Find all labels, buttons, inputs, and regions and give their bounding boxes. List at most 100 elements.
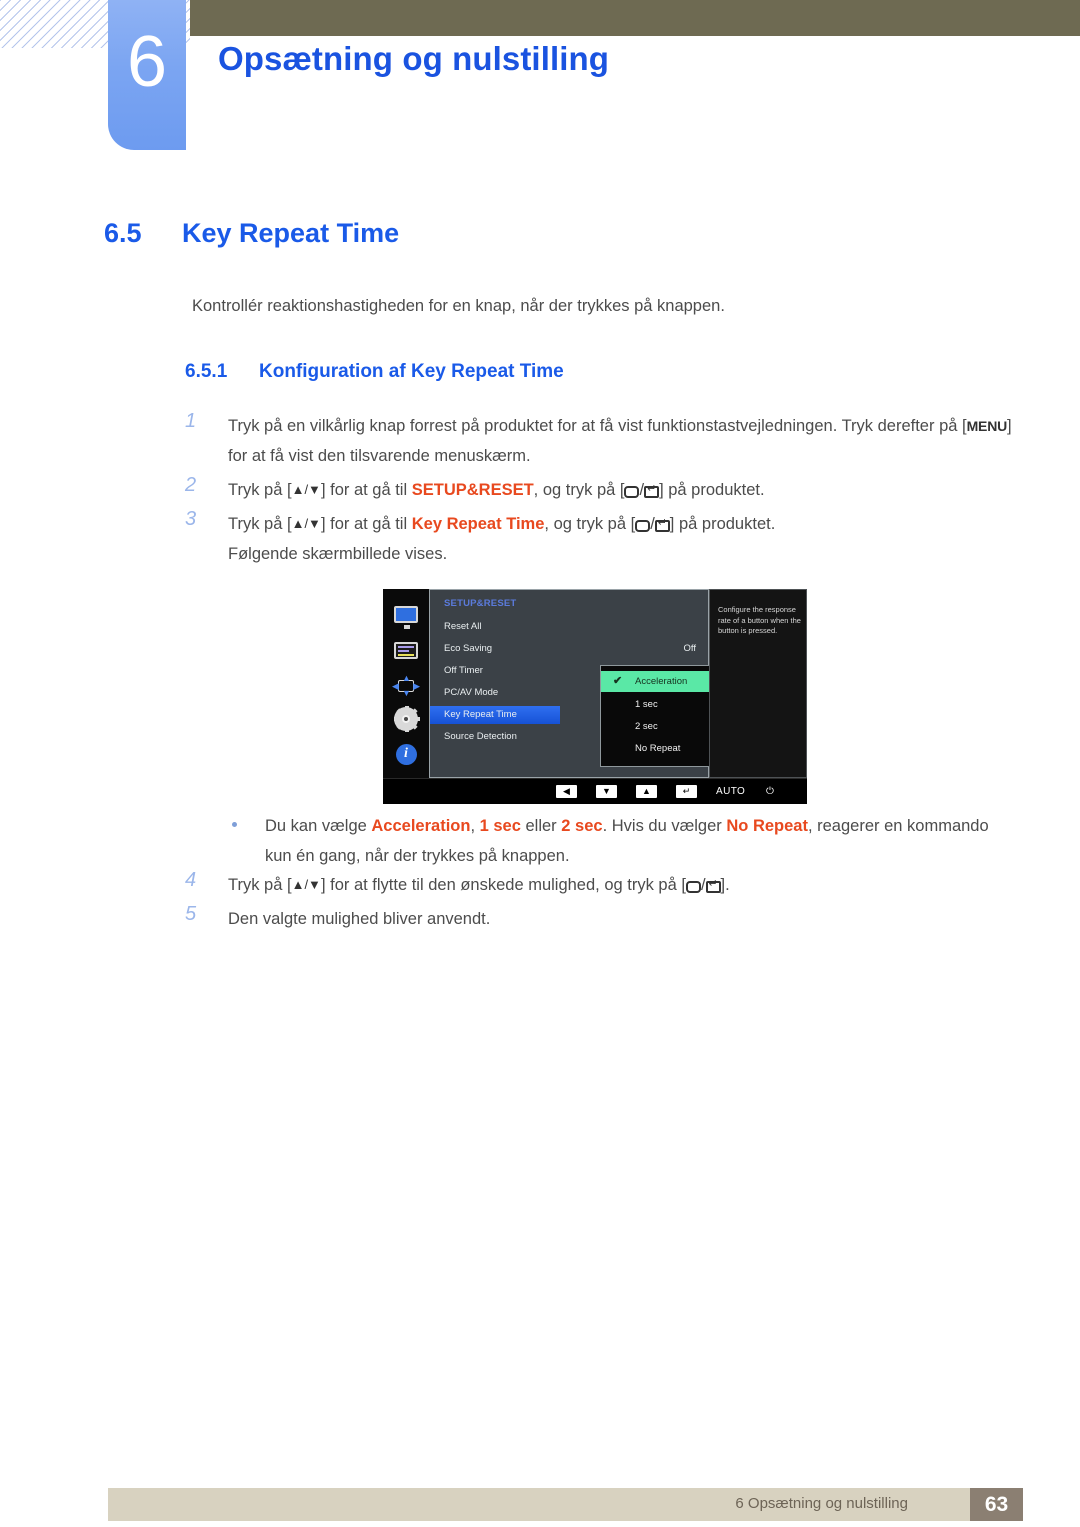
step-text: Tryk på [▲/▼] for at gå til SETUP&RESET,… [228,475,1025,505]
enter-button-icon [705,878,721,893]
note-text-part: eller [520,817,562,835]
section-intro-text: Kontrollér reaktionshastigheden for en k… [192,297,725,315]
osd-row-label: Off Timer [444,665,483,676]
step-text: Tryk på en vilkårlig knap forrest på pro… [228,411,1025,471]
osd-submenu-label: Acceleration [635,676,688,687]
step-text-part: , og tryk på [ [544,515,636,533]
osd-menu-title: SETUP&RESET [444,598,517,609]
up-button-glyph: ▲ [636,784,657,798]
osd-row-label: Key Repeat Time [444,709,517,720]
osd-row-key-repeat-time[interactable]: Key Repeat Time [430,706,560,724]
up-button[interactable]: ▲ [636,783,657,799]
step-text-part: Tryk på [ [228,515,292,533]
chapter-number: 6 [126,22,168,102]
header-olive-bar [190,0,1080,36]
enter-button-icon [654,517,670,532]
step-text-part: ] på produktet. [659,481,765,499]
step-text-part: Tryk på [ [228,876,292,894]
picture-adjust-icon[interactable] [390,637,422,663]
chapter-title: Opsætning og nulstilling [218,40,610,77]
osd-row-eco-saving[interactable]: Eco Saving Off [430,640,710,658]
osd-row-label: PC/AV Mode [444,687,499,698]
step-text: Tryk på [▲/▼] for at gå til Key Repeat T… [228,509,1025,539]
step-number: 5 [185,903,197,925]
chapter-number-box: 6 [108,0,186,150]
screen-position-icon[interactable]: ◀ ▶ ▲ ▼ [390,673,422,699]
highlighted-term: SETUP&RESET [411,481,534,499]
step-text-part: Tryk på en vilkårlig knap forrest på pro… [228,417,967,435]
page-footer: 6 Opsætning og nulstilling 63 [108,1488,1023,1521]
step-text-part: , og tryk på [ [533,481,625,499]
osd-submenu-label: No Repeat [635,743,681,754]
step-4: 4 Tryk på [▲/▼] for at flytte til den øn… [185,869,1025,900]
page-number-box: 63 [970,1488,1023,1521]
procedure-steps-continued: 4 Tryk på [▲/▼] for at flytte til den øn… [185,869,1025,938]
highlighted-term: Acceleration [371,817,471,835]
osd-row-label: Reset All [444,621,482,632]
step-text: Den valgte mulighed bliver anvendt. [228,910,491,928]
osd-help-text: Configure the response rate of a button … [718,605,801,635]
down-button-glyph: ▼ [596,784,617,798]
osd-icon-column: ◀ ▶ ▲ ▼ i [383,589,429,778]
menu-key-label: MENU [966,418,1008,434]
step-number: 2 [185,474,197,496]
footer-chapter-label: 6 Opsætning og nulstilling [735,1495,908,1512]
monitor-icon[interactable] [390,601,422,629]
note-bullet-text: Du kan vælge Acceleration, 1 sec eller 2… [232,811,992,871]
bullet-dot-icon [232,822,237,827]
back-button-icon [635,520,651,532]
step-text-part: ]. [720,876,730,894]
step-1: 1 Tryk på en vilkårlig knap forrest på p… [185,410,1025,471]
step-2: 2 Tryk på [▲/▼] for at gå til SETUP&RESE… [185,474,1025,505]
subsection-number: 6.5.1 [185,361,228,382]
back-button-icon [685,881,701,893]
step-text-part: ] for at flytte til den ønskede mulighed… [320,876,686,894]
osd-submenu-label: 1 sec [635,699,658,710]
osd-row-reset-all[interactable]: Reset All [430,618,710,636]
enter-button-glyph: ↵ [676,784,697,798]
back-button-icon [624,486,640,498]
osd-body: ◀ ▶ ▲ ▼ i SETUP&RESET Reset All Eco Saving … [383,589,807,778]
power-button-glyph: ⏻ [766,785,775,797]
auto-button[interactable]: AUTO [716,783,745,799]
up-down-arrow-icon: ▲/▼ [291,516,321,531]
enter-button-icon [644,483,660,498]
information-icon[interactable]: i [390,741,422,767]
checkmark-icon: ✔ [613,675,623,687]
power-button[interactable]: ⏻ [766,783,774,799]
step-3: 3 Tryk på [▲/▼] for at gå til Key Repeat… [185,508,1025,569]
highlighted-term: 2 sec [561,817,603,835]
note-text-part: . Hvis du vælger [602,817,727,835]
subsection-heading: 6.5.1 Konfiguration af Key Repeat Time [185,361,564,383]
down-button[interactable]: ▼ [596,783,617,799]
step-text-part: ] på produktet. [669,515,776,533]
auto-button-label: AUTO [716,785,746,797]
enter-button[interactable]: ↵ [676,783,697,799]
note-text-part: , [470,817,480,835]
section-title: Key Repeat Time [182,218,400,248]
step-text-part: ] for at gå til [320,481,412,499]
left-button[interactable]: ◀ [556,783,577,799]
highlighted-term: Key Repeat Time [411,515,545,533]
slash-separator: / [700,876,706,894]
step-text: Tryk på [▲/▼] for at flytte til den ønsk… [228,870,1025,900]
osd-button-bar: ◀ ▼ ▲ ↵ AUTO ⏻ [383,778,807,804]
step-number: 3 [185,508,197,530]
up-down-arrow-icon: ▲/▼ [291,877,321,892]
note-text-part: Du kan vælge [265,817,372,835]
highlighted-term: No Repeat [726,817,808,835]
osd-submenu-label: 2 sec [635,721,658,732]
manual-page: 6 Opsætning og nulstilling 6.5 Key Repeat… [0,0,1080,1527]
up-down-arrow-icon: ▲/▼ [291,482,321,497]
osd-help-panel: Configure the response rate of a button … [709,589,807,778]
step-5: 5 Den valgte mulighed bliver anvendt. [185,903,1025,934]
section-number: 6.5 [104,218,142,248]
subsection-title: Konfiguration af Key Repeat Time [259,361,564,382]
setup-reset-gear-icon[interactable] [390,706,422,732]
left-button-glyph: ◀ [556,784,577,798]
osd-row-value: Off [683,643,697,654]
osd-screenshot: ◀ ▶ ▲ ▼ i SETUP&RESET Reset All Eco Saving … [383,589,807,804]
step-note: Følgende skærmbillede vises. [228,545,448,563]
step-text-part: ] for at gå til [320,515,412,533]
osd-row-label: Source Detection [444,731,517,742]
